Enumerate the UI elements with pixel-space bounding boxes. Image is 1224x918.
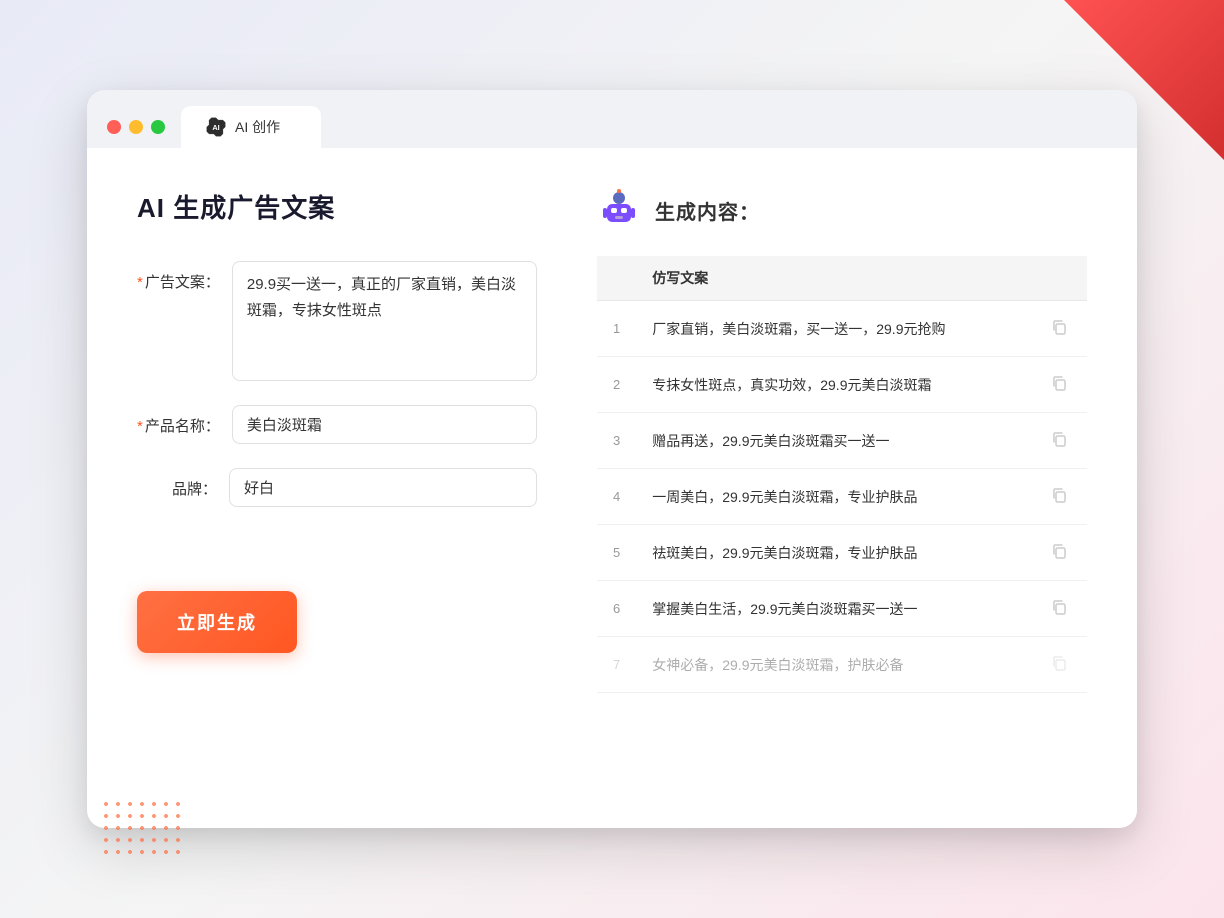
table-row: 6掌握美白生活，29.9元美白淡斑霜买一送一 (597, 581, 1087, 637)
copy-cell (1031, 469, 1087, 525)
row-text: 厂家直销，美白淡斑霜，买一送一，29.9元抢购 (636, 301, 1031, 357)
tab-label: AI 创作 (235, 117, 280, 137)
table-row: 5祛斑美白，29.9元美白淡斑霜，专业护肤品 (597, 525, 1087, 581)
row-number: 3 (597, 413, 636, 469)
content-area: AI 生成广告文案 *广告文案： 29.9买一送一，真正的厂家直销，美白淡斑霜，… (87, 148, 1137, 828)
table-action-header (1031, 256, 1087, 301)
ai-tab-icon: AI (205, 116, 227, 138)
ad-copy-row: *广告文案： 29.9买一送一，真正的厂家直销，美白淡斑霜，专抹女性斑点 (137, 261, 537, 381)
right-panel: 生成内容： 仿写文案 1厂家直销，美白淡斑霜，买一送一，29.9元抢购2专抹女性… (597, 188, 1087, 788)
window-controls (107, 120, 165, 134)
copy-button[interactable] (1047, 315, 1071, 342)
result-title: 生成内容： (655, 196, 760, 225)
row-number: 2 (597, 357, 636, 413)
brand-row: 品牌： 好白 (137, 468, 537, 507)
product-name-input[interactable]: 美白淡斑霜 (232, 405, 537, 444)
browser-tab[interactable]: AI AI 创作 (181, 106, 321, 148)
copy-button[interactable] (1047, 483, 1071, 510)
row-text: 赠品再送，29.9元美白淡斑霜买一送一 (636, 413, 1031, 469)
copy-cell (1031, 413, 1087, 469)
copy-cell (1031, 525, 1087, 581)
title-bar: AI AI 创作 (87, 90, 1137, 148)
row-number: 6 (597, 581, 636, 637)
copy-button[interactable] (1047, 371, 1071, 398)
product-name-row: *产品名称： 美白淡斑霜 (137, 405, 537, 444)
ad-copy-label: *广告文案： (137, 261, 220, 292)
copy-button[interactable] (1047, 651, 1071, 678)
product-name-label: *产品名称： (137, 405, 220, 436)
product-required: * (137, 418, 143, 435)
copy-cell (1031, 357, 1087, 413)
ad-copy-required: * (137, 274, 143, 291)
row-text: 女神必备，29.9元美白淡斑霜，护肤必备 (636, 637, 1031, 693)
page-title: AI 生成广告文案 (137, 188, 537, 225)
copy-button[interactable] (1047, 595, 1071, 622)
row-text: 专抹女性斑点，真实功效，29.9元美白淡斑霜 (636, 357, 1031, 413)
brand-label: 品牌： (137, 468, 217, 499)
copy-cell (1031, 301, 1087, 357)
row-number: 1 (597, 301, 636, 357)
table-content-header: 仿写文案 (636, 256, 1031, 301)
table-row: 2专抹女性斑点，真实功效，29.9元美白淡斑霜 (597, 357, 1087, 413)
bg-decoration-dots (100, 798, 180, 858)
ad-copy-input[interactable]: 29.9买一送一，真正的厂家直销，美白淡斑霜，专抹女性斑点 (232, 261, 537, 381)
maximize-button[interactable] (151, 120, 165, 134)
table-row: 3赠品再送，29.9元美白淡斑霜买一送一 (597, 413, 1087, 469)
table-row: 4一周美白，29.9元美白淡斑霜，专业护肤品 (597, 469, 1087, 525)
results-table: 仿写文案 1厂家直销，美白淡斑霜，买一送一，29.9元抢购2专抹女性斑点，真实功… (597, 256, 1087, 693)
close-button[interactable] (107, 120, 121, 134)
copy-button[interactable] (1047, 427, 1071, 454)
result-header: 生成内容： (597, 188, 1087, 232)
copy-cell (1031, 637, 1087, 693)
brand-input[interactable]: 好白 (229, 468, 537, 507)
copy-button[interactable] (1047, 539, 1071, 566)
row-text: 掌握美白生活，29.9元美白淡斑霜买一送一 (636, 581, 1031, 637)
row-text: 一周美白，29.9元美白淡斑霜，专业护肤品 (636, 469, 1031, 525)
copy-cell (1031, 581, 1087, 637)
generate-button[interactable]: 立即生成 (137, 591, 297, 653)
svg-text:AI: AI (212, 123, 219, 132)
row-number: 5 (597, 525, 636, 581)
row-text: 祛斑美白，29.9元美白淡斑霜，专业护肤品 (636, 525, 1031, 581)
minimize-button[interactable] (129, 120, 143, 134)
table-row: 1厂家直销，美白淡斑霜，买一送一，29.9元抢购 (597, 301, 1087, 357)
row-number: 7 (597, 637, 636, 693)
robot-icon (597, 188, 641, 232)
table-row: 7女神必备，29.9元美白淡斑霜，护肤必备 (597, 637, 1087, 693)
left-panel: AI 生成广告文案 *广告文案： 29.9买一送一，真正的厂家直销，美白淡斑霜，… (137, 188, 537, 788)
table-num-header (597, 256, 636, 301)
browser-window: AI AI 创作 AI 生成广告文案 *广告文案： 29.9买一送一，真正的厂家… (87, 90, 1137, 828)
row-number: 4 (597, 469, 636, 525)
